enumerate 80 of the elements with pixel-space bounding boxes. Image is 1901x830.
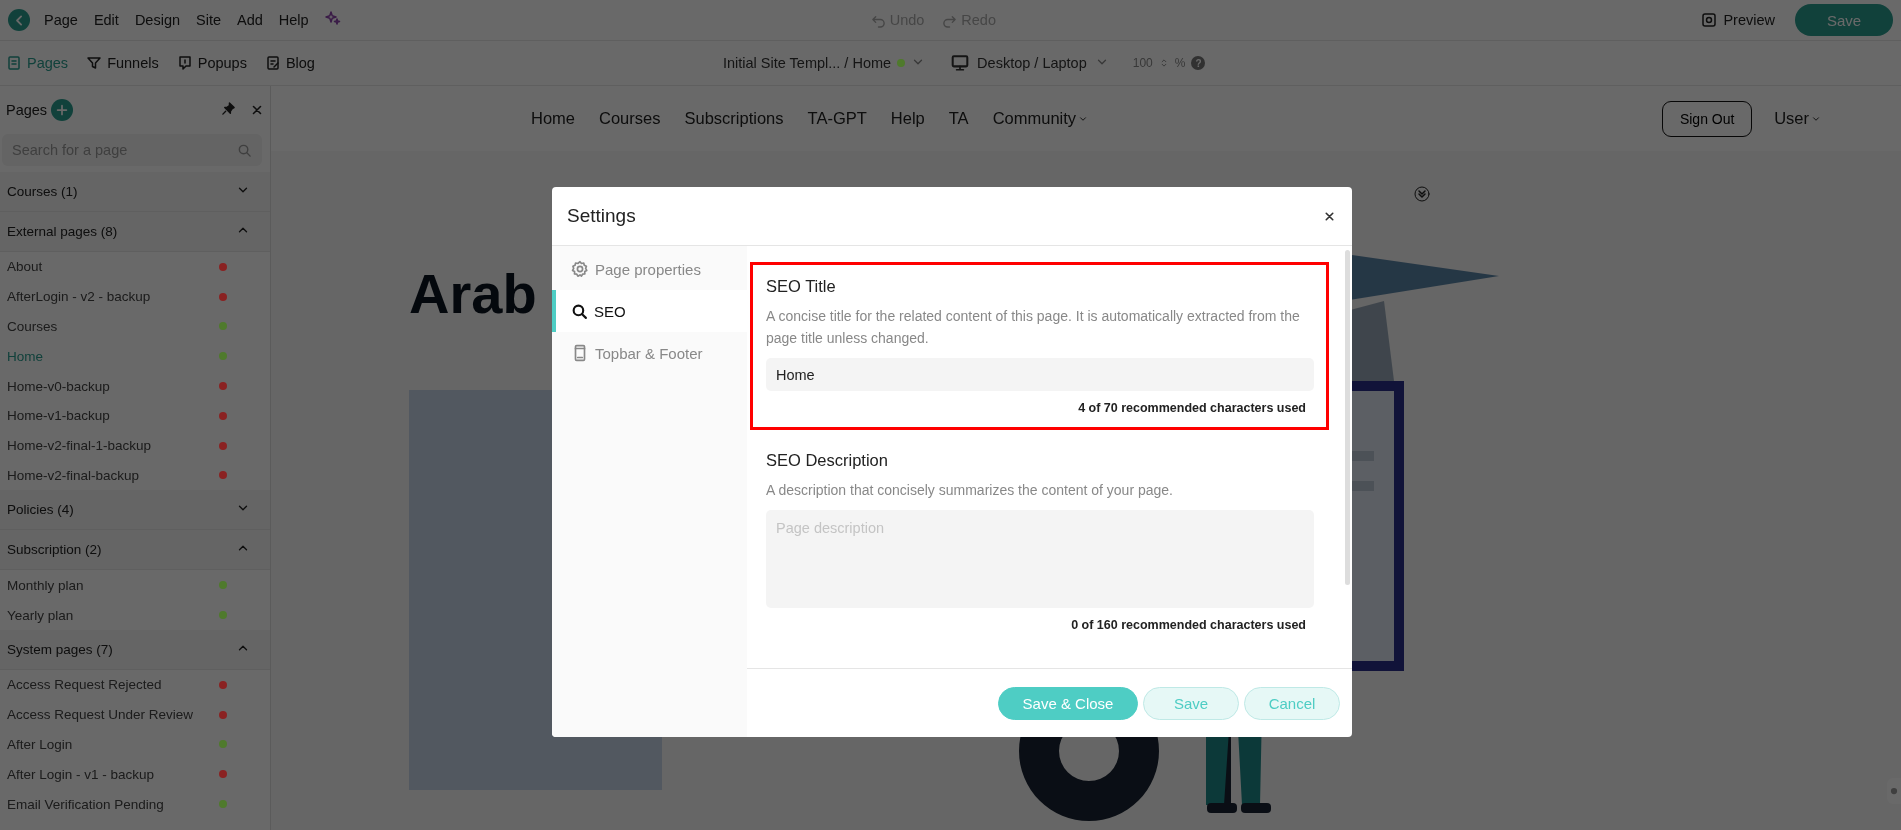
monitor-icon (951, 54, 970, 72)
menu-item[interactable]: Add (237, 12, 263, 28)
collapse-icon (1414, 186, 1430, 202)
section-title: SEO Title (766, 277, 837, 296)
nav-link[interactable]: Community (992, 109, 1089, 128)
settings-tab[interactable]: Page properties (552, 248, 747, 290)
plus-icon (55, 103, 70, 117)
sign-out-button[interactable]: Sign Out (1662, 100, 1753, 137)
group-header[interactable]: External pages (8) (0, 212, 270, 252)
menu-item[interactable]: Design (134, 12, 180, 28)
group-header[interactable]: Policies (4) (0, 490, 270, 531)
sidebar-item[interactable]: Home-v2-final-1-backup (0, 430, 270, 461)
search-icon (571, 302, 588, 320)
menu-item[interactable]: Site (196, 12, 221, 28)
blog-icon (264, 55, 281, 71)
site-selector[interactable]: Initial Site Templ... / Home (722, 55, 892, 71)
close-icon (1323, 209, 1336, 223)
section-description: A description that concisely summarizes the content of your page. (766, 481, 1174, 500)
sidebar-item[interactable]: Yearly plan (0, 600, 270, 630)
funnel-icon (86, 55, 103, 71)
character-counter: 4 of 70 recommended characters used (1077, 401, 1307, 415)
dialog-button[interactable]: Cancel (1244, 686, 1340, 720)
sidebar-item[interactable]: Home-v2-final-backup (0, 460, 270, 491)
nav-link[interactable]: Help (890, 109, 925, 128)
nav-link[interactable]: TA (948, 109, 969, 128)
menu-item[interactable]: Help (278, 12, 309, 28)
close-icon (250, 103, 264, 117)
menu-item[interactable]: Edit (93, 12, 119, 28)
settings-tab[interactable]: SEO (552, 290, 747, 332)
sidebar-item[interactable]: Email Verification Pending (0, 789, 270, 819)
nav-link[interactable]: TA-GPT (807, 109, 867, 128)
page-icon (6, 55, 22, 71)
group-header[interactable]: Courses (1) (0, 172, 270, 212)
zoom-unit: % (1174, 56, 1186, 70)
sparkle-icon (324, 10, 341, 26)
user-menu[interactable]: User (1774, 109, 1821, 128)
settings-tab[interactable]: Topbar & Footer (552, 332, 747, 374)
section-description: A concise title for the related content of this page. It is automatically extracted from the page title unless changed. (766, 307, 1301, 348)
add-page-button[interactable] (51, 99, 74, 121)
sidebar-item[interactable]: After Login - v1 - backup (0, 759, 270, 790)
hero-heading: Arab (409, 266, 537, 322)
nav-link[interactable]: Courses (599, 109, 661, 128)
seo-title-field[interactable]: Home (766, 358, 1314, 391)
preview-button[interactable]: Preview (1695, 11, 1781, 29)
back-button[interactable] (8, 9, 30, 31)
sidebar-item[interactable]: Home-v0-backup (0, 371, 270, 401)
help-button[interactable]: ? (1191, 56, 1206, 70)
handle-icon (1889, 786, 1899, 796)
sidebar-item[interactable]: Courses (0, 311, 270, 342)
tab[interactable]: Pages (6, 55, 69, 71)
nav-link[interactable]: Subscriptions (684, 109, 784, 128)
sidebar-item[interactable]: Home (0, 341, 270, 372)
group-header[interactable]: Subscription (2) (0, 530, 270, 571)
sidebar-item[interactable]: AfterLogin - v2 - backup (0, 281, 270, 312)
nav-link[interactable]: Home (531, 109, 575, 128)
save-close-button[interactable]: Save & Close (998, 686, 1138, 720)
device-selector[interactable]: Desktop / Laptop (977, 55, 1087, 71)
sidebar-item[interactable]: About (0, 252, 270, 282)
dialog-title: Settings (567, 205, 636, 227)
preview-icon (1701, 12, 1718, 28)
close-button[interactable] (1323, 209, 1336, 223)
sidebar-item[interactable]: After Login (0, 729, 270, 760)
sidebar-item[interactable]: Monthly plan (0, 570, 270, 601)
menu-item[interactable]: Page (44, 12, 78, 28)
tab[interactable]: Popups (176, 55, 247, 71)
dialog-button[interactable]: Save (1143, 686, 1239, 720)
tab[interactable]: Blog (264, 55, 315, 71)
gear-icon (571, 260, 589, 278)
search-icon (237, 142, 252, 158)
tab[interactable]: Funnels (86, 55, 159, 71)
pin-icon (221, 100, 236, 116)
popup-icon (176, 55, 193, 71)
group-header[interactable]: System pages (7) (0, 629, 270, 670)
section-title: SEO Description (766, 451, 889, 470)
sidebar-item[interactable]: Access Request Under Review (0, 699, 270, 730)
sidebar-title: Pages (6, 102, 48, 118)
save-button[interactable]: Save (1795, 4, 1893, 36)
sidebar-item[interactable]: Home-v1-backup (0, 401, 270, 431)
sidebar-item[interactable]: Access Request Rejected (0, 669, 270, 700)
character-counter: 0 of 160 recommended characters used (1070, 618, 1307, 632)
